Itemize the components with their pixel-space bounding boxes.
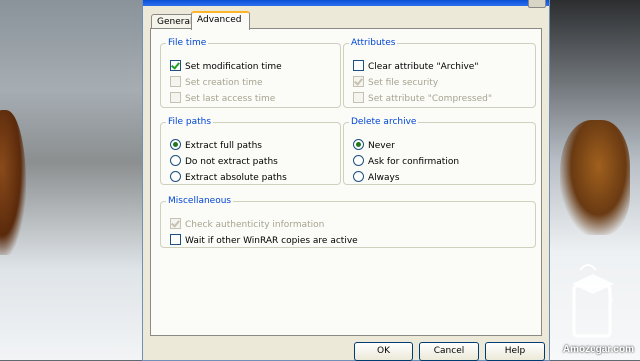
miscellaneous-legend: Miscellaneous — [168, 196, 232, 206]
tab-advanced[interactable]: Advanced — [191, 11, 250, 30]
delete-always-option[interactable]: Always — [353, 171, 400, 185]
set-creation-time-label: Set creation time — [185, 78, 263, 88]
clear-archive-attribute-option[interactable]: Clear attribute "Archive" — [353, 60, 478, 74]
set-creation-time-checkbox — [170, 76, 181, 87]
delete-archive-legend: Delete archive — [351, 117, 417, 127]
set-file-security-label: Set file security — [368, 78, 439, 88]
set-creation-time-option: Set creation time — [170, 76, 263, 90]
wait-other-copies-checkbox[interactable] — [170, 234, 181, 245]
close-button[interactable] — [528, 0, 546, 8]
watermark-text: Amozegar.com — [562, 344, 634, 355]
watermark-logo-icon — [572, 264, 614, 338]
ask-for-confirmation-option[interactable]: Ask for confirmation — [353, 155, 459, 169]
ok-button[interactable]: OK — [354, 342, 413, 361]
advanced-tab-panel: File time Set modification time Set crea… — [150, 28, 542, 336]
extract-absolute-paths-radio[interactable] — [170, 171, 181, 182]
attributes-legend: Attributes — [351, 38, 396, 48]
set-compressed-attribute-checkbox — [353, 92, 364, 103]
delete-never-radio[interactable] — [353, 139, 364, 150]
set-modification-time-label: Set modification time — [185, 62, 282, 72]
clear-archive-attribute-label: Clear attribute "Archive" — [368, 62, 479, 72]
extract-absolute-paths-option[interactable]: Extract absolute paths — [170, 171, 287, 185]
miscellaneous-group: Miscellaneous Check authenticity informa… — [160, 196, 536, 248]
set-last-access-time-checkbox — [170, 92, 181, 103]
file-paths-legend: File paths — [168, 117, 212, 127]
check-authenticity-checkbox — [170, 218, 181, 229]
delete-always-label: Always — [368, 173, 400, 183]
horse-right-image — [560, 120, 630, 235]
do-not-extract-paths-radio[interactable] — [170, 155, 181, 166]
ask-for-confirmation-radio[interactable] — [353, 155, 364, 166]
wait-other-copies-label: Wait if other WinRAR copies are active — [185, 236, 358, 246]
delete-archive-group: Delete archive Never Ask for confirmatio… — [343, 117, 536, 185]
clear-archive-attribute-checkbox[interactable] — [353, 60, 364, 71]
attributes-group: Attributes Clear attribute "Archive" Set… — [343, 38, 536, 108]
extract-full-paths-radio[interactable] — [170, 139, 181, 150]
set-file-security-option: Set file security — [353, 76, 438, 90]
extract-absolute-paths-label: Extract absolute paths — [185, 173, 287, 183]
extraction-options-dialog: General Advanced File time Set modificat… — [143, 0, 549, 361]
cancel-button[interactable]: Cancel — [419, 342, 479, 361]
extract-full-paths-option[interactable]: Extract full paths — [170, 139, 262, 153]
check-authenticity-option: Check authenticity information — [170, 218, 324, 232]
ask-for-confirmation-label: Ask for confirmation — [368, 157, 460, 167]
delete-never-label: Never — [368, 141, 395, 151]
delete-always-radio[interactable] — [353, 171, 364, 182]
file-time-group: File time Set modification time Set crea… — [160, 38, 341, 108]
check-authenticity-label: Check authenticity information — [185, 220, 325, 230]
file-paths-group: File paths Extract full paths Do not ext… — [160, 117, 341, 185]
help-button[interactable]: Help — [485, 342, 545, 361]
tab-general[interactable]: General — [151, 14, 196, 29]
dialog-titlebar[interactable] — [143, 0, 549, 6]
do-not-extract-paths-label: Do not extract paths — [185, 157, 278, 167]
extract-full-paths-label: Extract full paths — [185, 141, 262, 151]
set-last-access-time-label: Set last access time — [185, 94, 276, 104]
set-modification-time-option[interactable]: Set modification time — [170, 60, 282, 74]
set-compressed-attribute-option: Set attribute "Compressed" — [353, 92, 492, 106]
set-file-security-checkbox — [353, 76, 364, 87]
wait-other-copies-option[interactable]: Wait if other WinRAR copies are active — [170, 234, 358, 248]
delete-never-option[interactable]: Never — [353, 139, 395, 153]
set-compressed-attribute-label: Set attribute "Compressed" — [368, 94, 492, 104]
do-not-extract-paths-option[interactable]: Do not extract paths — [170, 155, 278, 169]
set-modification-time-checkbox[interactable] — [170, 60, 181, 71]
set-last-access-time-option: Set last access time — [170, 92, 275, 106]
file-time-legend: File time — [168, 38, 207, 48]
